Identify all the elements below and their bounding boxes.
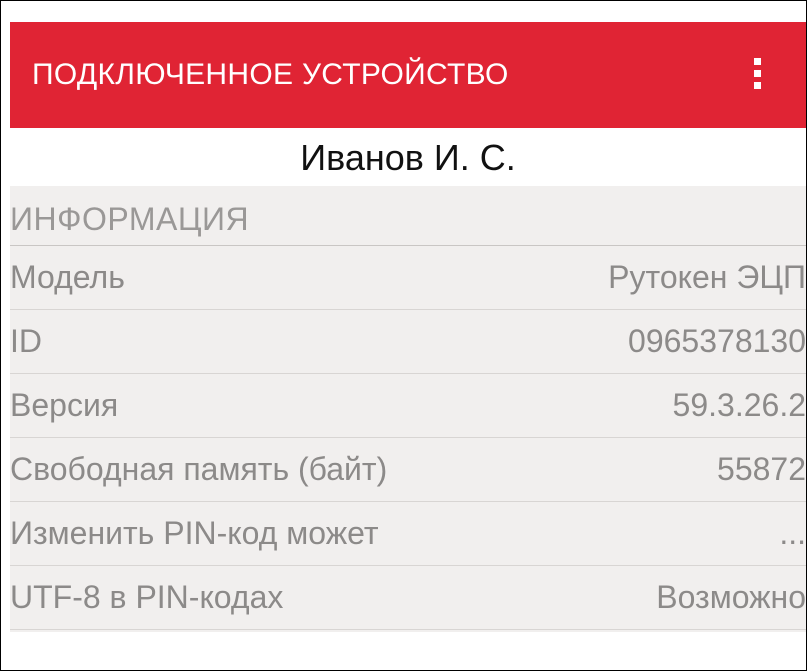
row-label: Свободная память (байт) <box>10 451 388 487</box>
row-label: UTF-8 в PIN-кодах <box>10 579 284 615</box>
info-row-pin-change: Изменить PIN-код может ... <box>10 502 806 566</box>
row-label: Модель <box>10 259 125 295</box>
row-label: Изменить PIN-код может <box>10 515 379 551</box>
info-row-model: Модель Рутокен ЭЦП <box>10 246 806 310</box>
device-content: Иванов И. С. ИНФОРМАЦИЯ Модель Рутокен Э… <box>10 128 806 670</box>
info-row-free-memory: Свободная память (байт) 55872 <box>10 438 806 502</box>
overflow-menu-button[interactable] <box>744 52 774 96</box>
info-row-id: ID 0965378130 <box>10 310 806 374</box>
info-row-version: Версия 59.3.26.2 <box>10 374 806 438</box>
row-value: 0965378130 <box>628 323 806 359</box>
info-rows: Модель Рутокен ЭЦП ID 0965378130 Версия … <box>10 246 806 630</box>
info-section-header: ИНФОРМАЦИЯ <box>10 186 806 246</box>
row-label: ID <box>10 323 42 359</box>
row-value: Рутокен ЭЦП <box>608 259 806 295</box>
owner-header: Иванов И. С. <box>10 128 806 186</box>
info-section-title: ИНФОРМАЦИЯ <box>10 201 250 237</box>
owner-name: Иванов И. С. <box>300 137 516 178</box>
menu-dot <box>754 82 761 89</box>
row-value: 55872 <box>717 451 806 487</box>
row-value: 59.3.26.2 <box>672 387 806 423</box>
info-row-utf8-pin: UTF-8 в PIN-кодах Возможно <box>10 566 806 630</box>
more-vertical-icon <box>754 58 761 65</box>
app-bar-title: ПОДКЛЮЧЕННОЕ УСТРОЙСТВО <box>32 58 509 91</box>
menu-dot <box>754 70 761 77</box>
info-panel: ИНФОРМАЦИЯ Модель Рутокен ЭЦП ID 0965378… <box>10 186 806 632</box>
row-value: ... <box>779 515 806 551</box>
row-label: Версия <box>10 387 119 423</box>
app-bar: ПОДКЛЮЧЕННОЕ УСТРОЙСТВО <box>10 22 806 128</box>
row-value: Возможно <box>656 579 806 615</box>
app-window: ПОДКЛЮЧЕННОЕ УСТРОЙСТВО Иванов И. С. ИНФ… <box>0 0 807 671</box>
